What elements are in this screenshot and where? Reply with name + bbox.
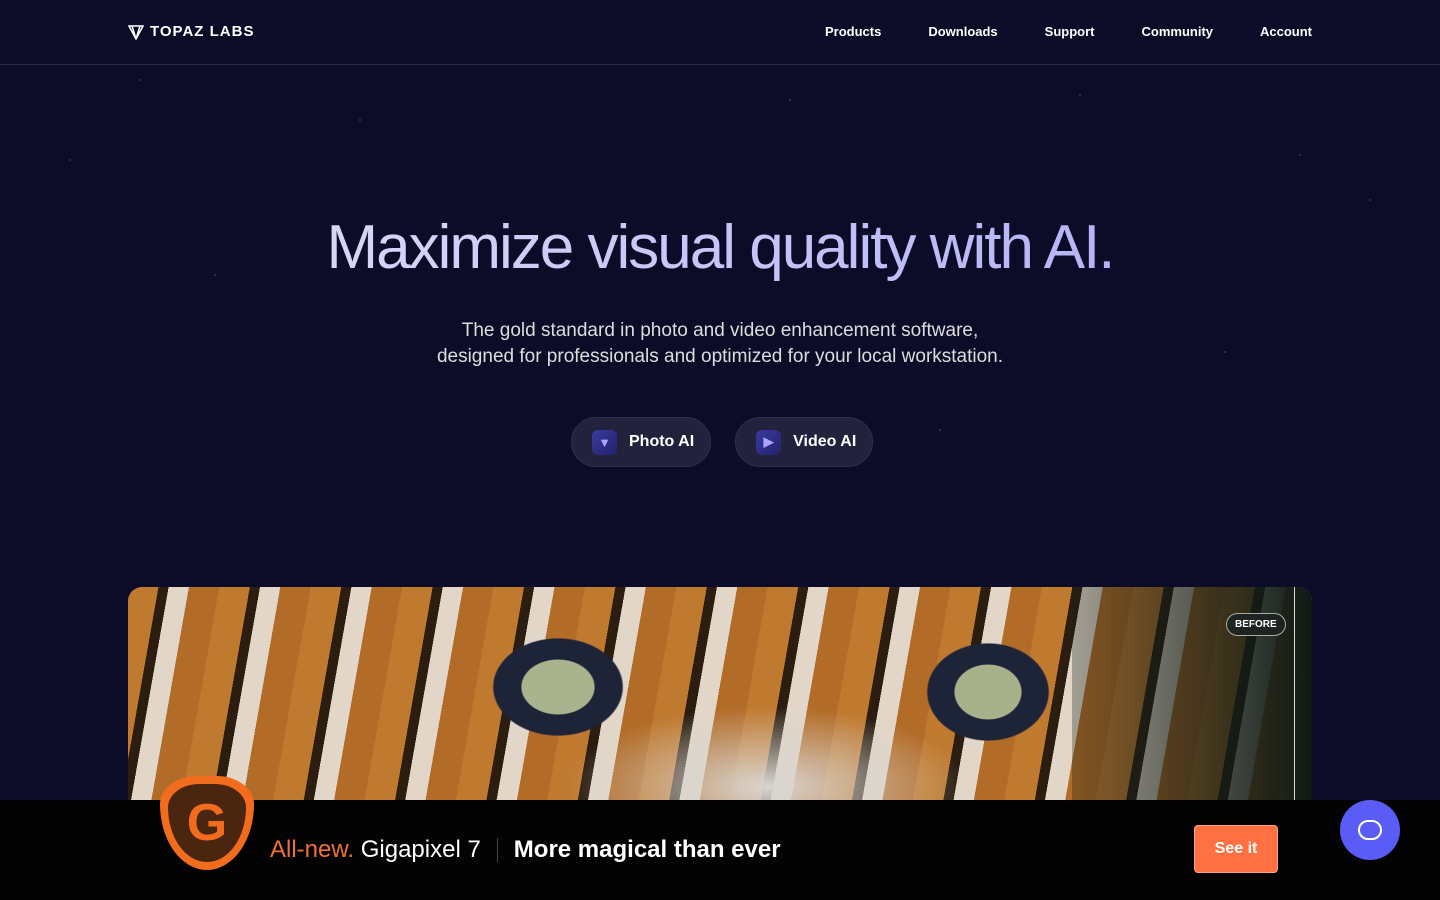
chat-button[interactable] <box>1340 800 1400 860</box>
video-ai-button[interactable]: ▶ Video AI <box>735 417 874 467</box>
promo-text: All-new. Gigapixel 7 More magical than e… <box>270 836 781 864</box>
nav-support[interactable]: Support <box>1045 24 1095 39</box>
product-buttons: ▼ Photo AI ▶ Video AI <box>571 417 874 467</box>
video-ai-play-icon: ▶ <box>756 429 782 455</box>
hero-title: Maximize visual quality with AI. <box>0 212 1440 283</box>
site-header: TOPAZ LABS Products Downloads Support Co… <box>0 0 1440 65</box>
subtitle-line: designed for professionals and optimized… <box>436 346 1004 367</box>
photo-ai-gem-icon: ▼ <box>592 429 617 455</box>
before-label: BEFORE <box>1226 613 1286 636</box>
icon-letter: G <box>168 784 246 862</box>
before-after-comparison[interactable]: BEFORE <box>128 587 1312 827</box>
promo-new: All-new. <box>270 836 355 863</box>
nav-community[interactable]: Community <box>1142 24 1214 39</box>
promo-separator <box>496 838 498 862</box>
see-it-button[interactable]: See it <box>1194 825 1278 873</box>
button-label: Photo AI <box>629 433 695 450</box>
promo-tagline: More magical than ever <box>513 836 781 863</box>
diamond-logo-icon <box>128 24 144 40</box>
topaz-logo[interactable]: TOPAZ LABS <box>128 23 254 40</box>
chat-bubble-icon <box>1358 820 1382 840</box>
brand-name: TOPAZ LABS <box>150 23 255 40</box>
promo-product: Gigapixel 7 <box>360 836 481 863</box>
comparison-slider-handle[interactable] <box>1294 587 1295 827</box>
nav-downloads[interactable]: Downloads <box>928 24 997 39</box>
subtitle-line: The gold standard in photo and video enh… <box>461 320 979 341</box>
nav-account[interactable]: Account <box>1260 24 1312 39</box>
main-nav: Products Downloads Support Community Acc… <box>825 24 1312 39</box>
hero-subtitle: The gold standard in photo and video enh… <box>0 318 1440 370</box>
photo-ai-button[interactable]: ▼ Photo AI <box>571 417 712 467</box>
button-label: Video AI <box>793 433 857 450</box>
nav-products[interactable]: Products <box>825 24 881 39</box>
